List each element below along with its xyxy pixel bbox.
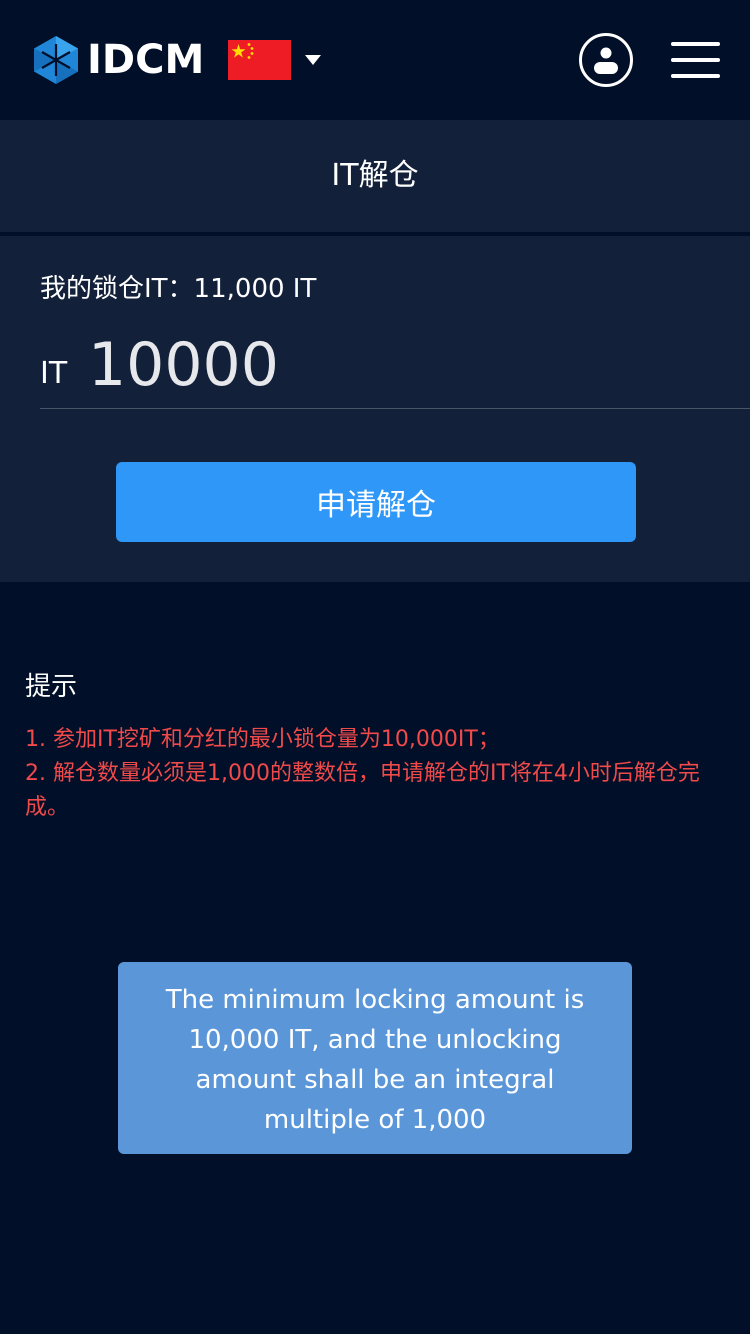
menu-line [671,42,720,46]
tips-title: 提示 [25,672,78,702]
page-title: IT解仓 [331,158,419,193]
china-flag-icon [228,40,291,80]
tip-item: 2. 解仓数量必须是1,000的整数倍，申请解仓的IT将在4小时后解仓完成。 [25,761,700,820]
page-header: IT解仓 [0,120,750,232]
tip-item: 1. 参加IT挖矿和分红的最小锁仓量为10,000IT； [25,727,500,752]
toast-message: The minimum locking amount is 10,000 IT,… [118,962,632,1154]
unlock-form: 我的锁仓IT：11,000 IT IT 申请解仓 [0,236,750,582]
brand-name: IDCM [87,37,205,83]
brand-logo[interactable]: IDCM [33,35,204,85]
amount-input[interactable] [88,328,688,402]
locked-balance: 我的锁仓IT：11,000 IT [40,274,317,304]
idcm-logo-icon [34,36,78,84]
menu-line [671,74,720,78]
user-icon [594,47,618,74]
caret-down-icon [305,55,321,65]
top-navbar: IDCM [0,0,750,120]
amount-currency: IT [40,356,68,391]
tips-list: 1. 参加IT挖矿和分红的最小锁仓量为10,000IT； 2. 解仓数量必须是1… [25,723,705,825]
user-account-button[interactable] [579,33,633,87]
hamburger-menu-icon[interactable] [671,42,720,78]
menu-line [671,58,720,62]
language-selector[interactable] [228,40,321,80]
amount-field[interactable]: IT [40,328,750,409]
apply-unlock-button[interactable]: 申请解仓 [116,462,636,542]
